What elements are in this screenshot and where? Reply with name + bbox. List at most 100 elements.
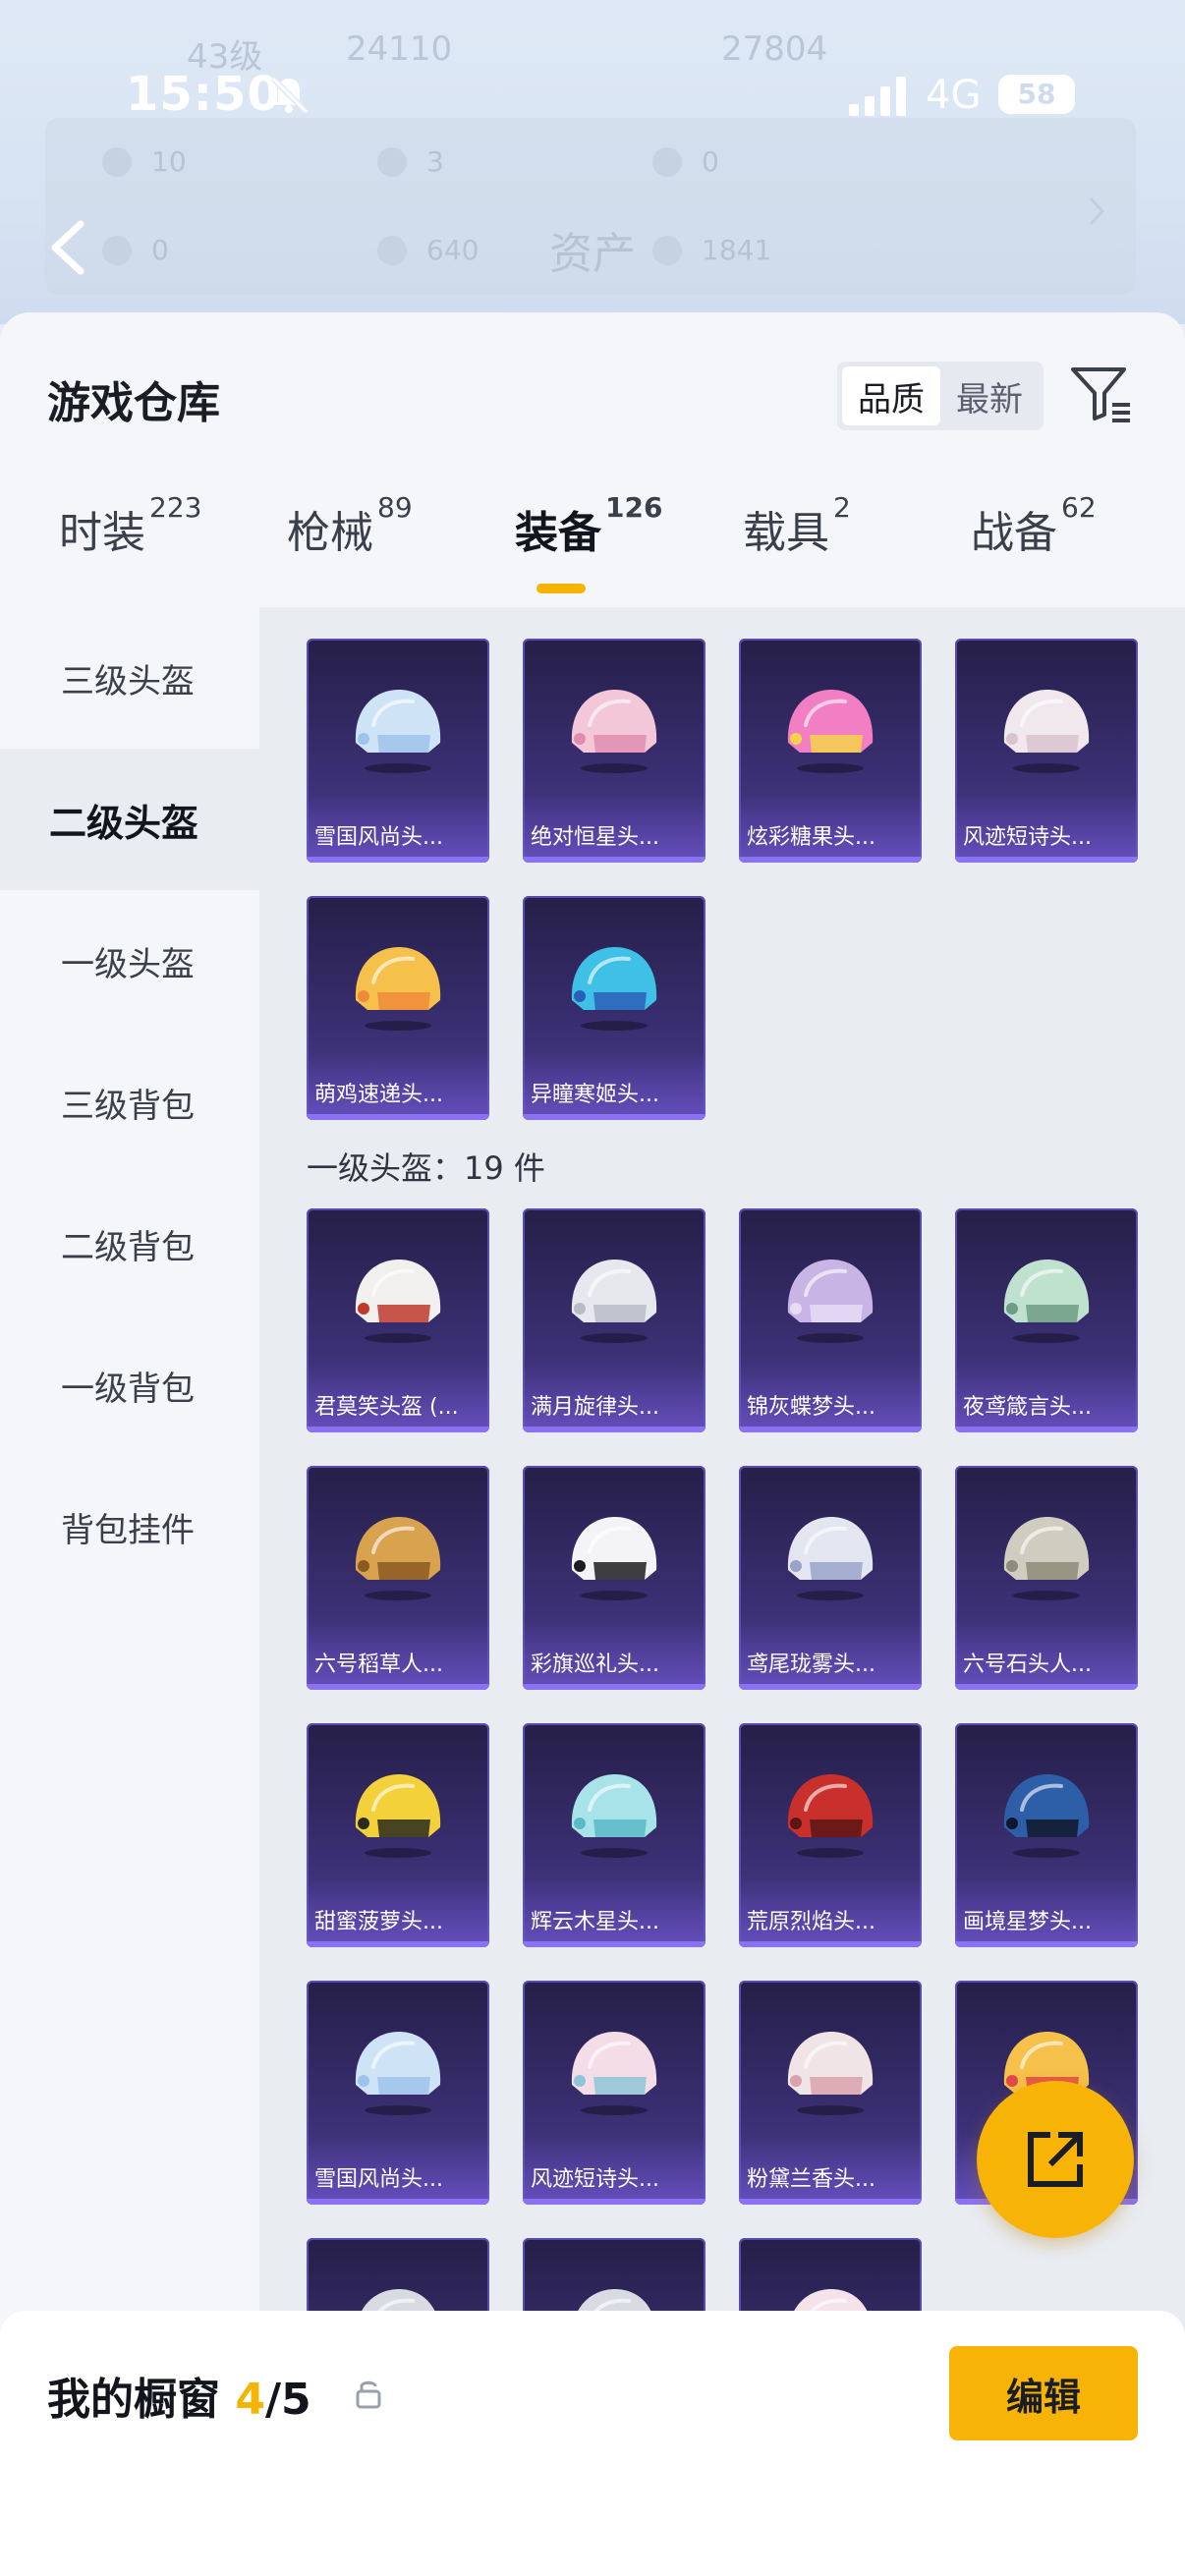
item-name: 鸢尾珑雾头...: [747, 1652, 875, 1677]
item-card[interactable]: 满月旋律头...: [523, 1208, 705, 1432]
battery-indicator: 58: [998, 75, 1075, 114]
item-card[interactable]: 画境星梦头...: [955, 1723, 1138, 1947]
helmet-icon: [355, 690, 441, 773]
signal-icon: [849, 77, 906, 116]
item-card[interactable]: 风迹短诗头...: [955, 639, 1138, 863]
chevron-right-icon: [1089, 196, 1105, 226]
tab-combat-gear[interactable]: 战备62: [971, 491, 1097, 560]
tab-equipment[interactable]: 装备126: [515, 491, 662, 560]
item-card[interactable]: 雪国风尚头...: [307, 639, 489, 863]
item-name: 风迹短诗头...: [531, 2167, 659, 2192]
sidebar-item-backpack-charm[interactable]: 背包挂件: [0, 1456, 259, 1597]
sidebar-item-level3-backpack[interactable]: 三级背包: [0, 1032, 259, 1173]
item-name: 彩旗巡礼头...: [531, 1652, 659, 1677]
back-icon[interactable]: [43, 218, 92, 277]
status-time: 15:50: [126, 67, 281, 122]
item-card[interactable]: 六号石头人...: [955, 1466, 1138, 1690]
item-name: 六号石头人...: [963, 1652, 1092, 1677]
helmet-icon: [571, 947, 657, 1031]
item-card[interactable]: 君莫笑头盔 (...: [307, 1208, 489, 1432]
item-card[interactable]: 风迹短诗头...: [523, 1981, 705, 2205]
item-card[interactable]: 夜鸢箴言头...: [955, 1208, 1138, 1432]
item-card[interactable]: 辉云木星头...: [523, 1723, 705, 1947]
helmet-icon: [571, 1774, 657, 1858]
share-button[interactable]: [977, 2081, 1134, 2238]
item-card[interactable]: 粉黛兰香头...: [739, 1981, 922, 2205]
item-grid: 一级头盔：19 件 雪国风尚头... 绝对恒星头... 炫彩糖果头... 风迹短诗头.…: [259, 607, 1185, 2576]
item-name: 六号稻草人...: [314, 1652, 443, 1677]
active-tab-indicator: [536, 584, 586, 593]
helmet-icon: [787, 1260, 874, 1343]
helmet-icon: [571, 1517, 657, 1600]
item-name: 荒原烈焰头...: [747, 1910, 875, 1934]
sidebar-item-level2-backpack[interactable]: 二级背包: [0, 1173, 259, 1315]
helmet-icon: [1003, 690, 1090, 773]
item-name: 粉黛兰香头...: [747, 2167, 875, 2192]
item-name: 雪国风尚头...: [314, 2167, 443, 2192]
helmet-icon: [355, 947, 441, 1031]
category-tabs: 时装223 枪械89 装备126 载具2 战备62: [0, 491, 1185, 595]
item-card[interactable]: 荒原烈焰头...: [739, 1723, 922, 1947]
lock-icon: [356, 2380, 381, 2409]
item-name: 风迹短诗头...: [963, 825, 1092, 850]
helmet-icon: [787, 690, 874, 773]
item-name: 异瞳寒姬头...: [531, 1083, 659, 1107]
sidebar-item-level3-helmet[interactable]: 三级头盔: [0, 607, 259, 749]
ghost-value-1: 24110: [346, 29, 453, 69]
helmet-icon: [355, 2032, 441, 2115]
item-card[interactable]: 炫彩糖果头...: [739, 639, 922, 863]
helmet-icon: [571, 1260, 657, 1343]
item-name: 萌鸡速递头...: [314, 1083, 443, 1107]
warehouse-sheet: 游戏仓库 品质 最新 时装223 枪械89 装备126 载具2 战备62 三级头…: [0, 312, 1185, 2576]
share-icon: [1028, 2132, 1083, 2187]
bell-muted-icon: [270, 76, 310, 115]
item-card[interactable]: 锦灰蝶梦头...: [739, 1208, 922, 1432]
item-name: 锦灰蝶梦头...: [747, 1395, 875, 1420]
showcase-current-count: 4: [235, 2375, 265, 2425]
item-name: 君莫笑头盔 (...: [314, 1395, 459, 1420]
tab-weapons[interactable]: 枪械89: [287, 491, 413, 560]
sidebar-item-level1-backpack[interactable]: 一级背包: [0, 1315, 259, 1456]
network-type: 4G: [926, 73, 982, 118]
background-stat: 3: [377, 145, 444, 178]
sheet-title: 游戏仓库: [47, 378, 220, 428]
tab-fashion[interactable]: 时装223: [59, 491, 201, 560]
ghost-value-2: 27804: [721, 29, 828, 69]
helmet-icon: [1003, 1260, 1090, 1343]
background-header: 43级 24110 27804 10 3 0 0 640 1841 资产: [0, 0, 1185, 324]
item-card[interactable]: 绝对恒星头...: [523, 639, 705, 863]
item-name: 雪国风尚头...: [314, 825, 443, 850]
item-name: 绝对恒星头...: [531, 825, 659, 850]
item-name: 炫彩糖果头...: [747, 825, 875, 850]
item-name: 画境星梦头...: [963, 1910, 1092, 1934]
background-stat: 10: [102, 145, 187, 178]
helmet-icon: [1003, 1774, 1090, 1858]
item-card[interactable]: 六号稻草人...: [307, 1466, 489, 1690]
sidebar-item-level2-helmet[interactable]: 二级头盔: [0, 749, 259, 890]
item-card[interactable]: 萌鸡速递头...: [307, 896, 489, 1120]
helmet-icon: [787, 2032, 874, 2115]
item-card[interactable]: 鸢尾珑雾头...: [739, 1466, 922, 1690]
subcategory-sidebar: 三级头盔 二级头盔 一级头盔 三级背包 二级背包 一级背包 背包挂件: [0, 607, 259, 2576]
helmet-icon: [787, 1774, 874, 1858]
item-name: 满月旋律头...: [531, 1395, 659, 1420]
helmet-icon: [355, 1774, 441, 1858]
helmet-icon: [355, 1517, 441, 1600]
helmet-icon: [1003, 1517, 1090, 1600]
sidebar-item-level1-helmet[interactable]: 一级头盔: [0, 890, 259, 1032]
showcase-title: 我的橱窗 4/5: [47, 2375, 311, 2425]
edit-button[interactable]: 编辑: [949, 2346, 1138, 2440]
item-card[interactable]: 异瞳寒姬头...: [523, 896, 705, 1120]
item-card[interactable]: 彩旗巡礼头...: [523, 1466, 705, 1690]
item-name: 甜蜜菠萝头...: [314, 1910, 443, 1934]
filter-icon[interactable]: [1069, 362, 1134, 426]
showcase-total-count: /5: [264, 2375, 311, 2425]
sort-option-newest[interactable]: 最新: [940, 366, 1039, 425]
helmet-icon: [355, 1260, 441, 1343]
sort-option-quality[interactable]: 品质: [842, 366, 940, 425]
tab-vehicles[interactable]: 载具2: [743, 491, 851, 560]
item-card[interactable]: 甜蜜菠萝头...: [307, 1723, 489, 1947]
item-card[interactable]: 雪国风尚头...: [307, 1981, 489, 2205]
helmet-icon: [787, 1517, 874, 1600]
helmet-icon: [571, 2032, 657, 2115]
